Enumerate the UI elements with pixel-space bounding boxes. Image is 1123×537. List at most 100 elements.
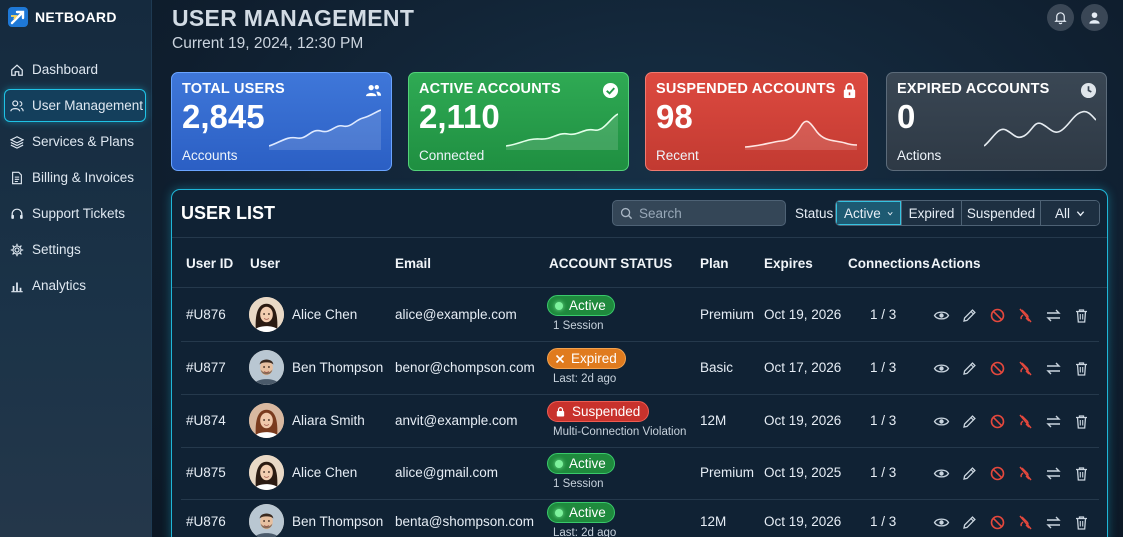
view-button[interactable] xyxy=(933,413,950,430)
disconnect-button[interactable] xyxy=(1017,307,1034,324)
filter-suspended[interactable]: Suspended xyxy=(962,201,1041,225)
stat-sublabel: Accounts xyxy=(182,148,238,163)
view-button[interactable] xyxy=(933,514,950,531)
status-badge-label: Active xyxy=(569,505,606,520)
user-list-title: USER LIST xyxy=(181,203,276,223)
suspend-button[interactable] xyxy=(989,465,1006,482)
column-header[interactable]: Connections xyxy=(848,256,930,271)
delete-button[interactable] xyxy=(1073,514,1090,531)
plan: Basic xyxy=(700,360,734,375)
transfer-icon xyxy=(1046,516,1061,529)
stat-card-expired-accounts[interactable]: EXPIRED ACCOUNTS 0 Actions xyxy=(886,72,1107,171)
user-email: benta@shompson.com xyxy=(395,514,535,529)
stat-label: EXPIRED ACCOUNTS xyxy=(897,81,1050,97)
suspend-button[interactable] xyxy=(989,514,1006,531)
sidebar-item-support-tickets[interactable]: Support Tickets xyxy=(4,197,146,230)
user-name[interactable]: Alice Chen xyxy=(292,465,357,480)
column-header[interactable]: User xyxy=(250,256,280,271)
delete-button[interactable] xyxy=(1073,413,1090,430)
stat-card-total-users[interactable]: TOTAL USERS 2,845 Accounts xyxy=(171,72,392,171)
table-row[interactable]: #U874 Aliara Smith anvit@example.com Suspen… xyxy=(181,395,1099,448)
search-box[interactable] xyxy=(612,200,786,226)
row-actions xyxy=(933,514,1090,531)
plan: 12M xyxy=(700,413,727,428)
suspend-button[interactable] xyxy=(989,413,1006,430)
column-header[interactable]: Email xyxy=(395,256,431,271)
sparkline xyxy=(269,109,381,150)
edit-button[interactable] xyxy=(961,465,978,482)
delete-button[interactable] xyxy=(1073,465,1090,482)
edit-button[interactable] xyxy=(961,514,978,531)
transfer-button[interactable] xyxy=(1045,360,1062,377)
clock-icon xyxy=(1080,82,1097,99)
ban-icon xyxy=(990,414,1005,429)
bell-icon xyxy=(1054,12,1067,25)
disconnect-button[interactable] xyxy=(1017,514,1034,531)
stat-card-active-accounts[interactable]: ACTIVE ACCOUNTS 2,110 Connected xyxy=(408,72,629,171)
column-header[interactable]: Expires xyxy=(764,256,813,271)
column-header[interactable]: ACCOUNT STATUS xyxy=(549,256,672,271)
transfer-button[interactable] xyxy=(1045,465,1062,482)
transfer-button[interactable] xyxy=(1045,307,1062,324)
edit-button[interactable] xyxy=(961,413,978,430)
disconnect-button[interactable] xyxy=(1017,465,1034,482)
user-name[interactable]: Alice Chen xyxy=(292,307,357,322)
document-icon xyxy=(10,171,24,185)
user-name[interactable]: Aliara Smith xyxy=(292,413,365,428)
edit-button[interactable] xyxy=(961,307,978,324)
suspend-button[interactable] xyxy=(989,360,1006,377)
sidebar-item-billing-invoices[interactable]: Billing & Invoices xyxy=(4,161,146,194)
edit-button[interactable] xyxy=(961,360,978,377)
status-filter-label: Status xyxy=(795,206,834,221)
status-filter-group: Active Expired Suspended All xyxy=(835,200,1100,226)
sidebar-item-analytics[interactable]: Analytics xyxy=(4,269,146,302)
connections: 1 / 3 xyxy=(870,307,897,322)
brand-logo-icon xyxy=(8,7,28,27)
view-button[interactable] xyxy=(933,307,950,324)
status-badge-label: Expired xyxy=(571,351,617,366)
app-window: NETBOARD Dashboard User Management Servi… xyxy=(0,0,1123,537)
user-email: alice@example.com xyxy=(395,307,517,322)
column-header[interactable]: User ID xyxy=(186,256,233,271)
transfer-button[interactable] xyxy=(1045,413,1062,430)
transfer-button[interactable] xyxy=(1045,514,1062,531)
disconnect-button[interactable] xyxy=(1017,360,1034,377)
view-button[interactable] xyxy=(933,465,950,482)
table-row[interactable]: #U876 Alice Chen alice@example.com Active 1 … xyxy=(181,289,1099,342)
filter-expired[interactable]: Expired xyxy=(902,201,962,225)
stat-label: ACTIVE ACCOUNTS xyxy=(419,81,561,97)
expiry-date: Oct 19, 2026 xyxy=(764,514,842,529)
gear-icon xyxy=(10,243,24,257)
filter-active-dropdown[interactable]: Active xyxy=(836,201,902,225)
edit-icon xyxy=(963,362,976,375)
sidebar-item-settings[interactable]: Settings xyxy=(4,233,146,266)
user-name[interactable]: Ben Thompson xyxy=(292,514,383,529)
table-row[interactable]: #U876 Ben Thompson benta@shompson.com Activ… xyxy=(181,496,1099,537)
suspend-button[interactable] xyxy=(989,307,1006,324)
search-input[interactable] xyxy=(639,205,779,221)
expiry-date: Oct 19, 2026 xyxy=(764,413,842,428)
sidebar-item-label: User Management xyxy=(32,98,144,113)
sidebar-item-label: Settings xyxy=(32,242,81,257)
table-row[interactable]: #U875 Alice Chen alice@gmail.com Active 1 Se… xyxy=(181,447,1099,500)
view-button[interactable] xyxy=(933,360,950,377)
user-icon xyxy=(1089,12,1100,24)
delete-button[interactable] xyxy=(1073,307,1090,324)
sidebar-item-dashboard[interactable]: Dashboard xyxy=(4,53,146,86)
row-actions xyxy=(933,413,1090,430)
profile-button[interactable] xyxy=(1081,4,1108,31)
brand[interactable]: NETBOARD xyxy=(8,6,117,28)
status-badge: Active xyxy=(547,453,615,474)
stat-card-suspended-accounts[interactable]: SUSPENDED ACCOUNTS 98 Recent xyxy=(645,72,868,171)
notifications-button[interactable] xyxy=(1047,4,1074,31)
table-row[interactable]: #U877 Ben Thompson benor@chompson.com Expir… xyxy=(181,342,1099,395)
user-email: anvit@example.com xyxy=(395,413,518,428)
delete-button[interactable] xyxy=(1073,360,1090,377)
filter-all-dropdown[interactable]: All xyxy=(1041,201,1099,225)
column-header[interactable]: Plan xyxy=(700,256,729,271)
user-name[interactable]: Ben Thompson xyxy=(292,360,383,375)
disconnect-button[interactable] xyxy=(1017,413,1034,430)
users-icon xyxy=(365,85,382,97)
sidebar-item-services-plans[interactable]: Services & Plans xyxy=(4,125,146,158)
sidebar-item-user-management[interactable]: User Management xyxy=(4,89,146,122)
